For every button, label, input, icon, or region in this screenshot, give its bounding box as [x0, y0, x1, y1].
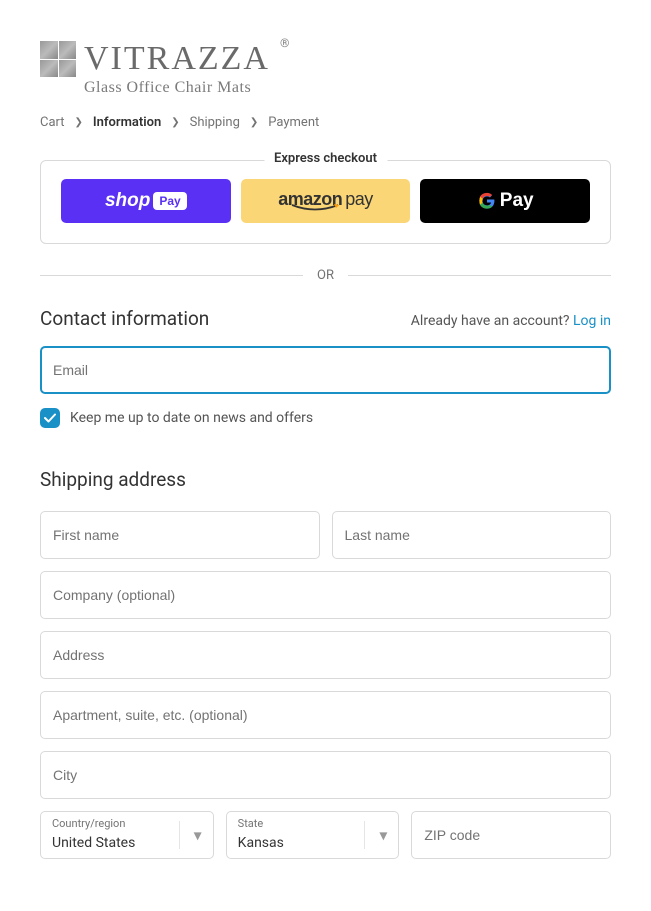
caret-down-icon: ▾: [379, 826, 387, 845]
or-label: OR: [317, 268, 334, 283]
or-divider: OR: [40, 268, 611, 283]
brand-logo[interactable]: VITRAZZA ® Glass Office Chair Mats: [40, 40, 611, 97]
login-prompt: Already have an account? Log in: [411, 313, 611, 329]
logo-icon: [40, 41, 76, 77]
google-icon: [477, 191, 497, 211]
registered-icon: ®: [280, 36, 289, 50]
chevron-right-icon: ❯: [171, 117, 179, 128]
contact-info-title: Contact information: [40, 307, 209, 330]
state-select[interactable]: State Kansas ▾: [226, 811, 400, 859]
breadcrumb-payment: Payment: [268, 115, 319, 130]
breadcrumb: Cart ❯ Information ❯ Shipping ❯ Payment: [40, 115, 611, 130]
amazon-pay-button[interactable]: amazonpay: [241, 179, 411, 223]
shoppay-text: shop: [105, 190, 150, 212]
shipping-address-title: Shipping address: [40, 468, 611, 491]
breadcrumb-cart[interactable]: Cart: [40, 115, 65, 130]
shop-pay-button[interactable]: shop Pay: [61, 179, 231, 223]
check-icon: [44, 412, 56, 424]
company-input[interactable]: [40, 571, 611, 619]
brand-name: VITRAZZA: [84, 40, 270, 78]
amazon-smile-icon: [290, 204, 340, 212]
chevron-right-icon: ❯: [250, 117, 258, 128]
caret-down-icon: ▾: [194, 826, 202, 845]
express-checkout-label: Express checkout: [264, 151, 387, 166]
email-input[interactable]: [40, 346, 611, 394]
chevron-right-icon: ❯: [75, 117, 83, 128]
state-value: Kansas: [238, 835, 284, 851]
gpay-text: Pay: [500, 190, 534, 212]
breadcrumb-information: Information: [93, 115, 161, 130]
first-name-input[interactable]: [40, 511, 320, 559]
zip-input[interactable]: [411, 811, 611, 859]
google-pay-button[interactable]: Pay: [420, 179, 590, 223]
address-input[interactable]: [40, 631, 611, 679]
amazon-pay-text: pay: [345, 189, 373, 209]
breadcrumb-shipping: Shipping: [190, 115, 240, 130]
apartment-input[interactable]: [40, 691, 611, 739]
brand-tagline: Glass Office Chair Mats: [84, 79, 611, 97]
country-value: United States: [52, 835, 135, 851]
state-label: State: [238, 817, 264, 830]
shoppay-pill: Pay: [153, 192, 186, 210]
city-input[interactable]: [40, 751, 611, 799]
newsletter-checkbox[interactable]: [40, 408, 60, 428]
login-link[interactable]: Log in: [573, 313, 611, 329]
country-select[interactable]: Country/region United States ▾: [40, 811, 214, 859]
newsletter-label: Keep me up to date on news and offers: [70, 410, 313, 426]
last-name-input[interactable]: [332, 511, 612, 559]
country-label: Country/region: [52, 817, 125, 830]
express-checkout-box: Express checkout shop Pay amazonpay Pay: [40, 160, 611, 244]
